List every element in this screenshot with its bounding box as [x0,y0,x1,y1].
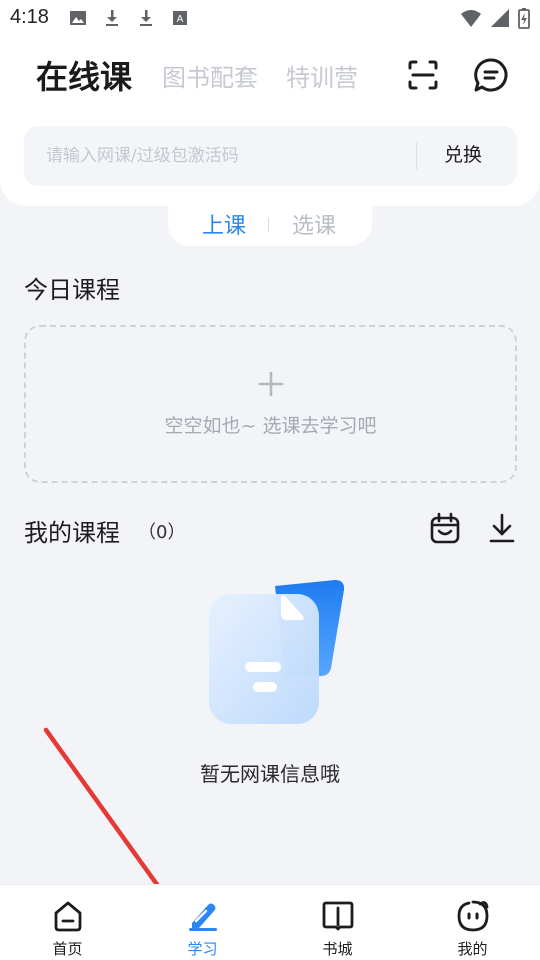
status-system-icons [460,7,530,33]
book-icon [322,901,353,931]
image-icon [68,8,90,28]
profile-icon [457,900,488,932]
tab-attend-class[interactable]: 上课 [202,208,246,240]
tab-book-companion[interactable]: 图书配套 [162,58,258,93]
study-icon [188,903,217,931]
subtab-divider [268,218,269,232]
nav-home-label: 首页 [52,940,83,958]
subtab-bar: 上课 选课 [168,200,372,246]
status-notification-icons: A [68,8,192,28]
empty-courses-illustration-icon [209,580,345,724]
download-button[interactable] [488,512,516,544]
tab-training-camp[interactable]: 特训营 [286,58,358,93]
nav-home[interactable]: 首页 [0,885,135,960]
font-icon: A [170,8,192,28]
battery-charging-icon [518,7,530,33]
bottom-nav: 首页 学习 书城 我的 [0,884,540,960]
wifi-icon [460,8,482,32]
plus-icon [258,371,284,397]
nav-study[interactable]: 学习 [135,885,270,960]
nav-study-label: 学习 [187,940,218,958]
download-icon [489,513,515,543]
svg-text:A: A [177,14,184,25]
redeem-button[interactable]: 兑换 [444,140,482,167]
status-time: 4:18 [10,6,49,28]
tab-select-course[interactable]: 选课 [292,208,336,240]
calendar-button[interactable] [430,512,460,544]
nav-bookstore[interactable]: 书城 [270,885,405,960]
download-icon [136,8,158,28]
signal-icon [490,8,510,32]
no-courses-text: 暂无网课信息哦 [200,762,340,786]
nav-bookstore-label: 书城 [322,940,353,958]
today-empty-text: 空空如也~ 选课去学习吧 [164,415,377,437]
download-icon [102,8,124,28]
home-icon [54,901,81,932]
scan-button[interactable] [404,56,442,94]
my-courses-title: 我的课程 [24,519,120,547]
nav-profile[interactable]: 我的 [405,885,540,960]
message-button[interactable] [472,56,510,94]
scan-icon [408,60,438,90]
my-courses-count: （0） [138,522,186,543]
redeem-box: 兑换 [24,126,517,186]
today-empty-box[interactable]: 空空如也~ 选课去学习吧 [24,325,517,483]
nav-profile-label: 我的 [457,940,488,958]
status-bar: 4:18 A [0,0,540,36]
activation-code-input[interactable] [24,126,416,186]
redeem-divider [416,142,417,170]
calendar-icon [430,512,460,544]
message-icon [474,58,508,92]
today-courses-title: 今日课程 [24,276,120,304]
tab-online-course[interactable]: 在线课 [36,52,132,98]
